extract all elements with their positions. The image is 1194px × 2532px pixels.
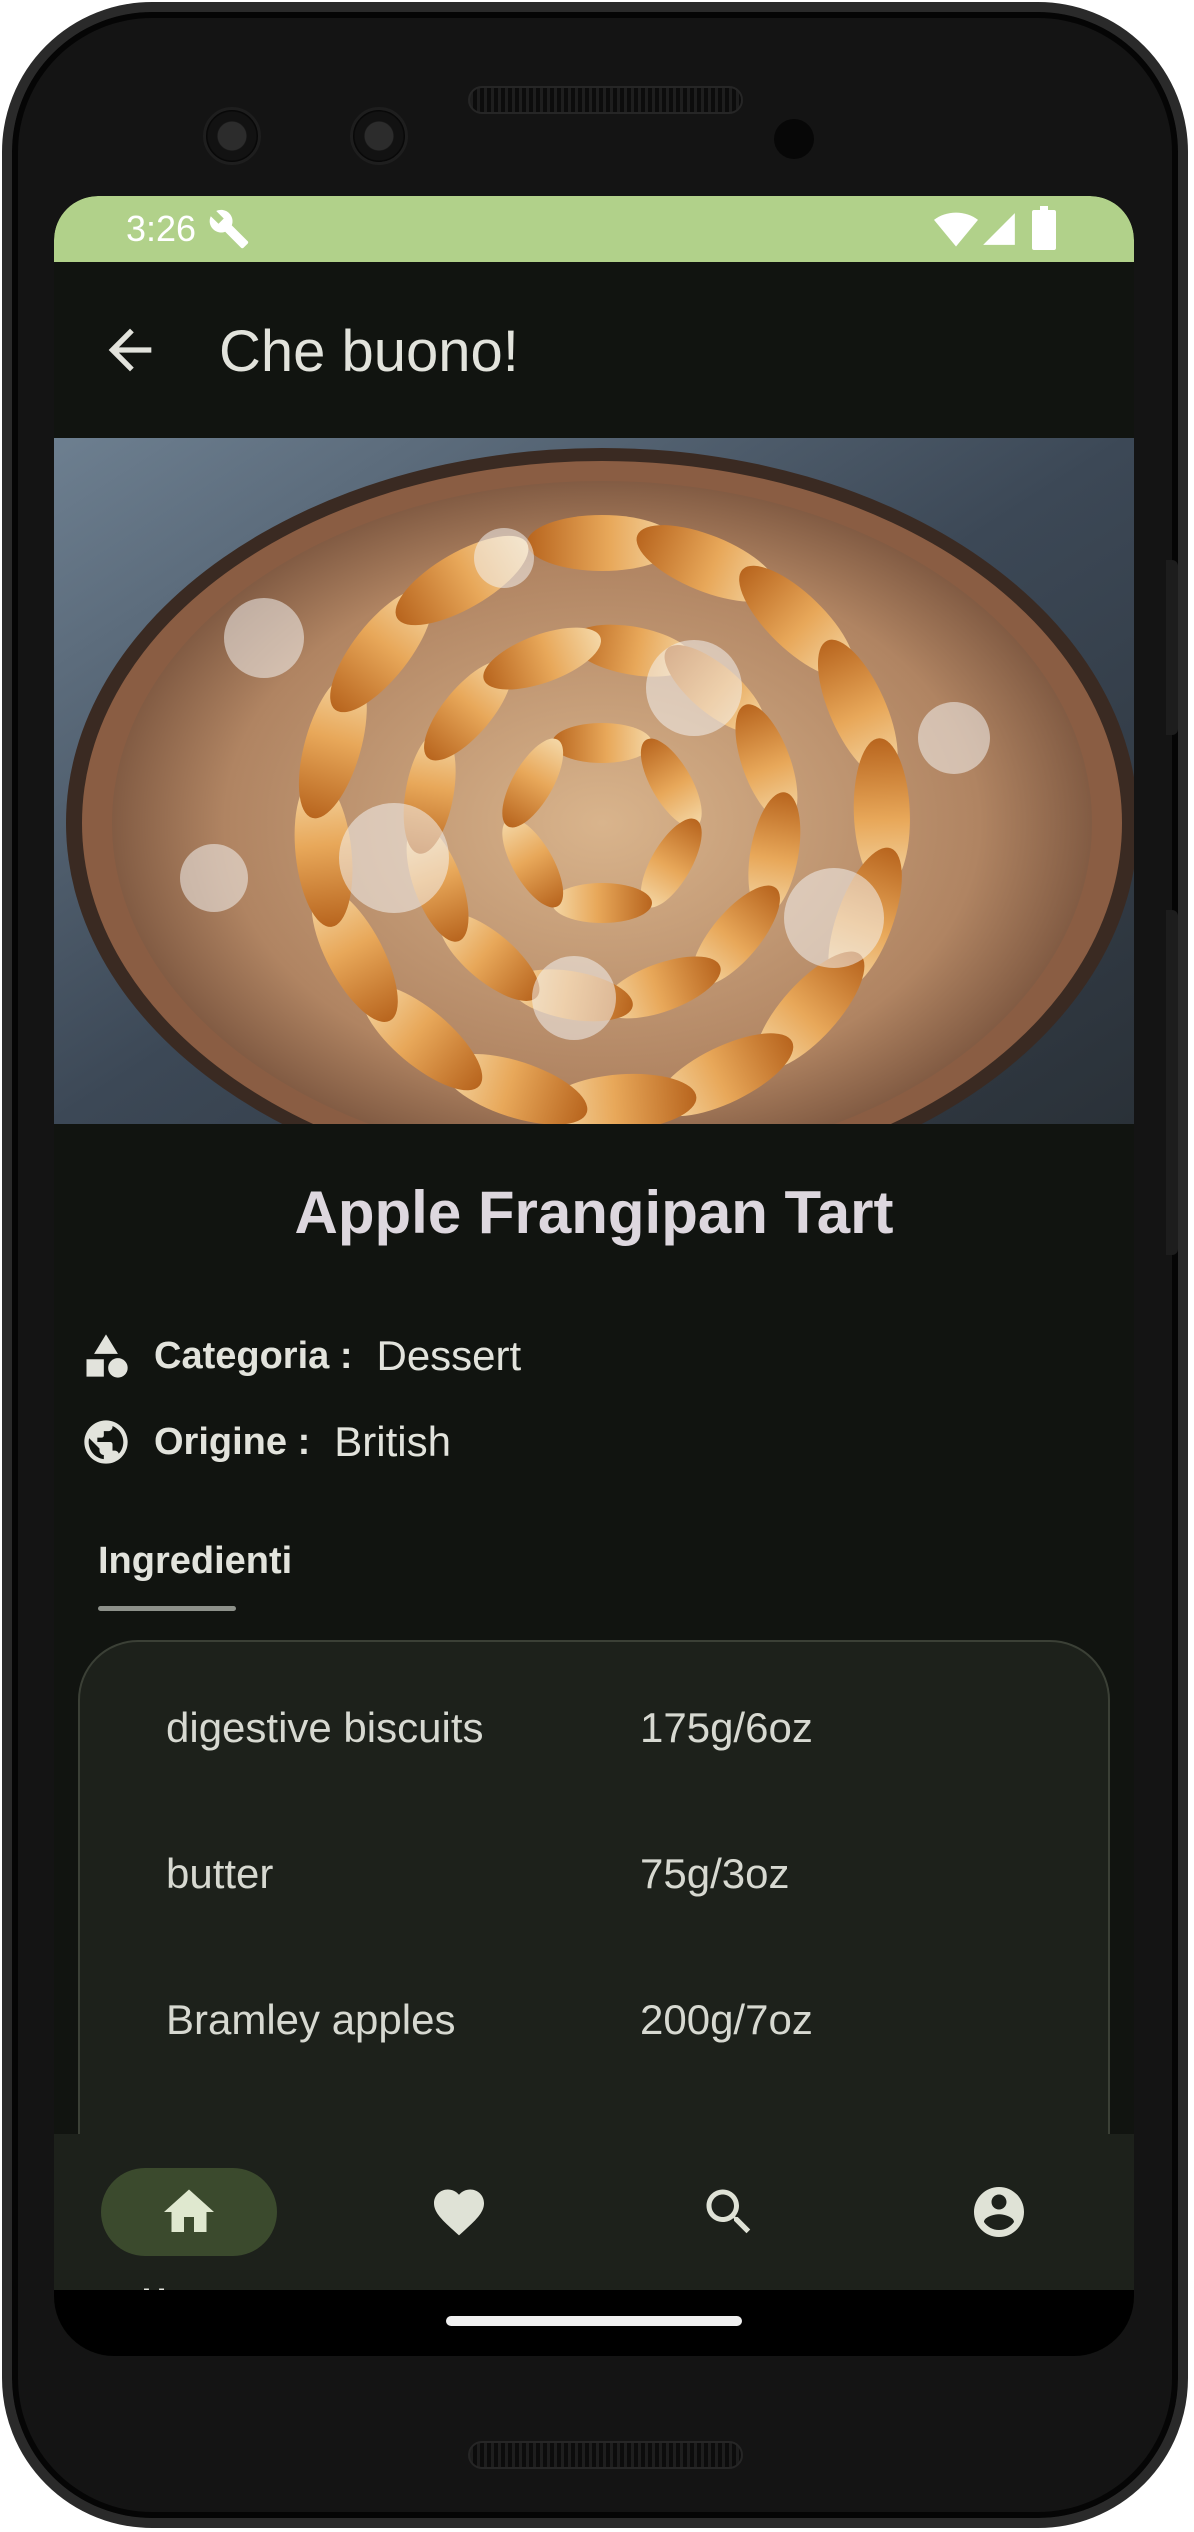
tab-ingredienti[interactable]: Ingredienti xyxy=(98,1540,292,1583)
search-icon xyxy=(706,2189,751,2234)
category-icon xyxy=(86,1334,128,1378)
earpiece-speaker xyxy=(468,86,743,114)
home-gesture-handle[interactable] xyxy=(446,2316,742,2326)
screen: 3:26 Che buono! Apple Frangipan Tart Cat… xyxy=(54,196,1134,2356)
ingredient-quantity: 200g/7oz xyxy=(640,1996,813,2043)
battery-icon xyxy=(1032,206,1056,250)
status-time: 3:26 xyxy=(126,208,197,249)
ingredient-row: Bramley apples 200g/7oz xyxy=(80,1986,1112,2056)
gesture-navigation-area xyxy=(54,2290,1134,2356)
origin-label: Origine : xyxy=(154,1420,311,1463)
back-arrow-icon[interactable] xyxy=(98,318,162,382)
category-label: Categoria : xyxy=(154,1334,353,1377)
recipe-detail-screen: Che buono! Apple Frangipan Tart Categori… xyxy=(54,262,1134,2356)
ingredient-name: butter xyxy=(166,1850,274,1897)
volume-button xyxy=(1166,910,1178,1255)
origin-row: Origine : British xyxy=(80,1412,451,1472)
app-title: Che buono! xyxy=(219,319,519,384)
ingredient-quantity: 75g/3oz xyxy=(640,1850,790,1897)
front-camera xyxy=(203,107,261,165)
account-circle-icon xyxy=(974,2187,1024,2237)
front-camera-secondary xyxy=(350,107,408,165)
heart-icon xyxy=(434,2189,484,2236)
category-value: Dessert xyxy=(376,1332,522,1379)
tab-indicator xyxy=(98,1606,236,1611)
power-button xyxy=(1166,560,1178,735)
wifi-icon xyxy=(934,212,978,247)
origin-value: British xyxy=(334,1418,451,1465)
status-bar: 3:26 xyxy=(54,196,1134,262)
ingredient-name: Bramley apples xyxy=(166,1996,456,2043)
signal-icon xyxy=(983,213,1015,245)
bottom-speaker xyxy=(468,2441,743,2469)
ingredient-quantity: 175g/6oz xyxy=(640,1704,813,1751)
proximity-sensor xyxy=(774,119,814,159)
recipe-image xyxy=(54,438,1134,1124)
recipe-title: Apple Frangipan Tart xyxy=(294,1179,894,1246)
home-icon xyxy=(164,2189,214,2232)
wrench-icon xyxy=(209,209,249,249)
ingredient-row: digestive biscuits 175g/6oz xyxy=(80,1694,1112,1764)
top-app-bar: Che buono! xyxy=(54,262,1134,438)
ingredient-name: digestive biscuits xyxy=(166,1704,484,1751)
ingredient-row: butter 75g/3oz xyxy=(80,1840,1112,1910)
globe-icon xyxy=(84,1420,128,1464)
category-row: Categoria : Dessert xyxy=(80,1326,521,1386)
